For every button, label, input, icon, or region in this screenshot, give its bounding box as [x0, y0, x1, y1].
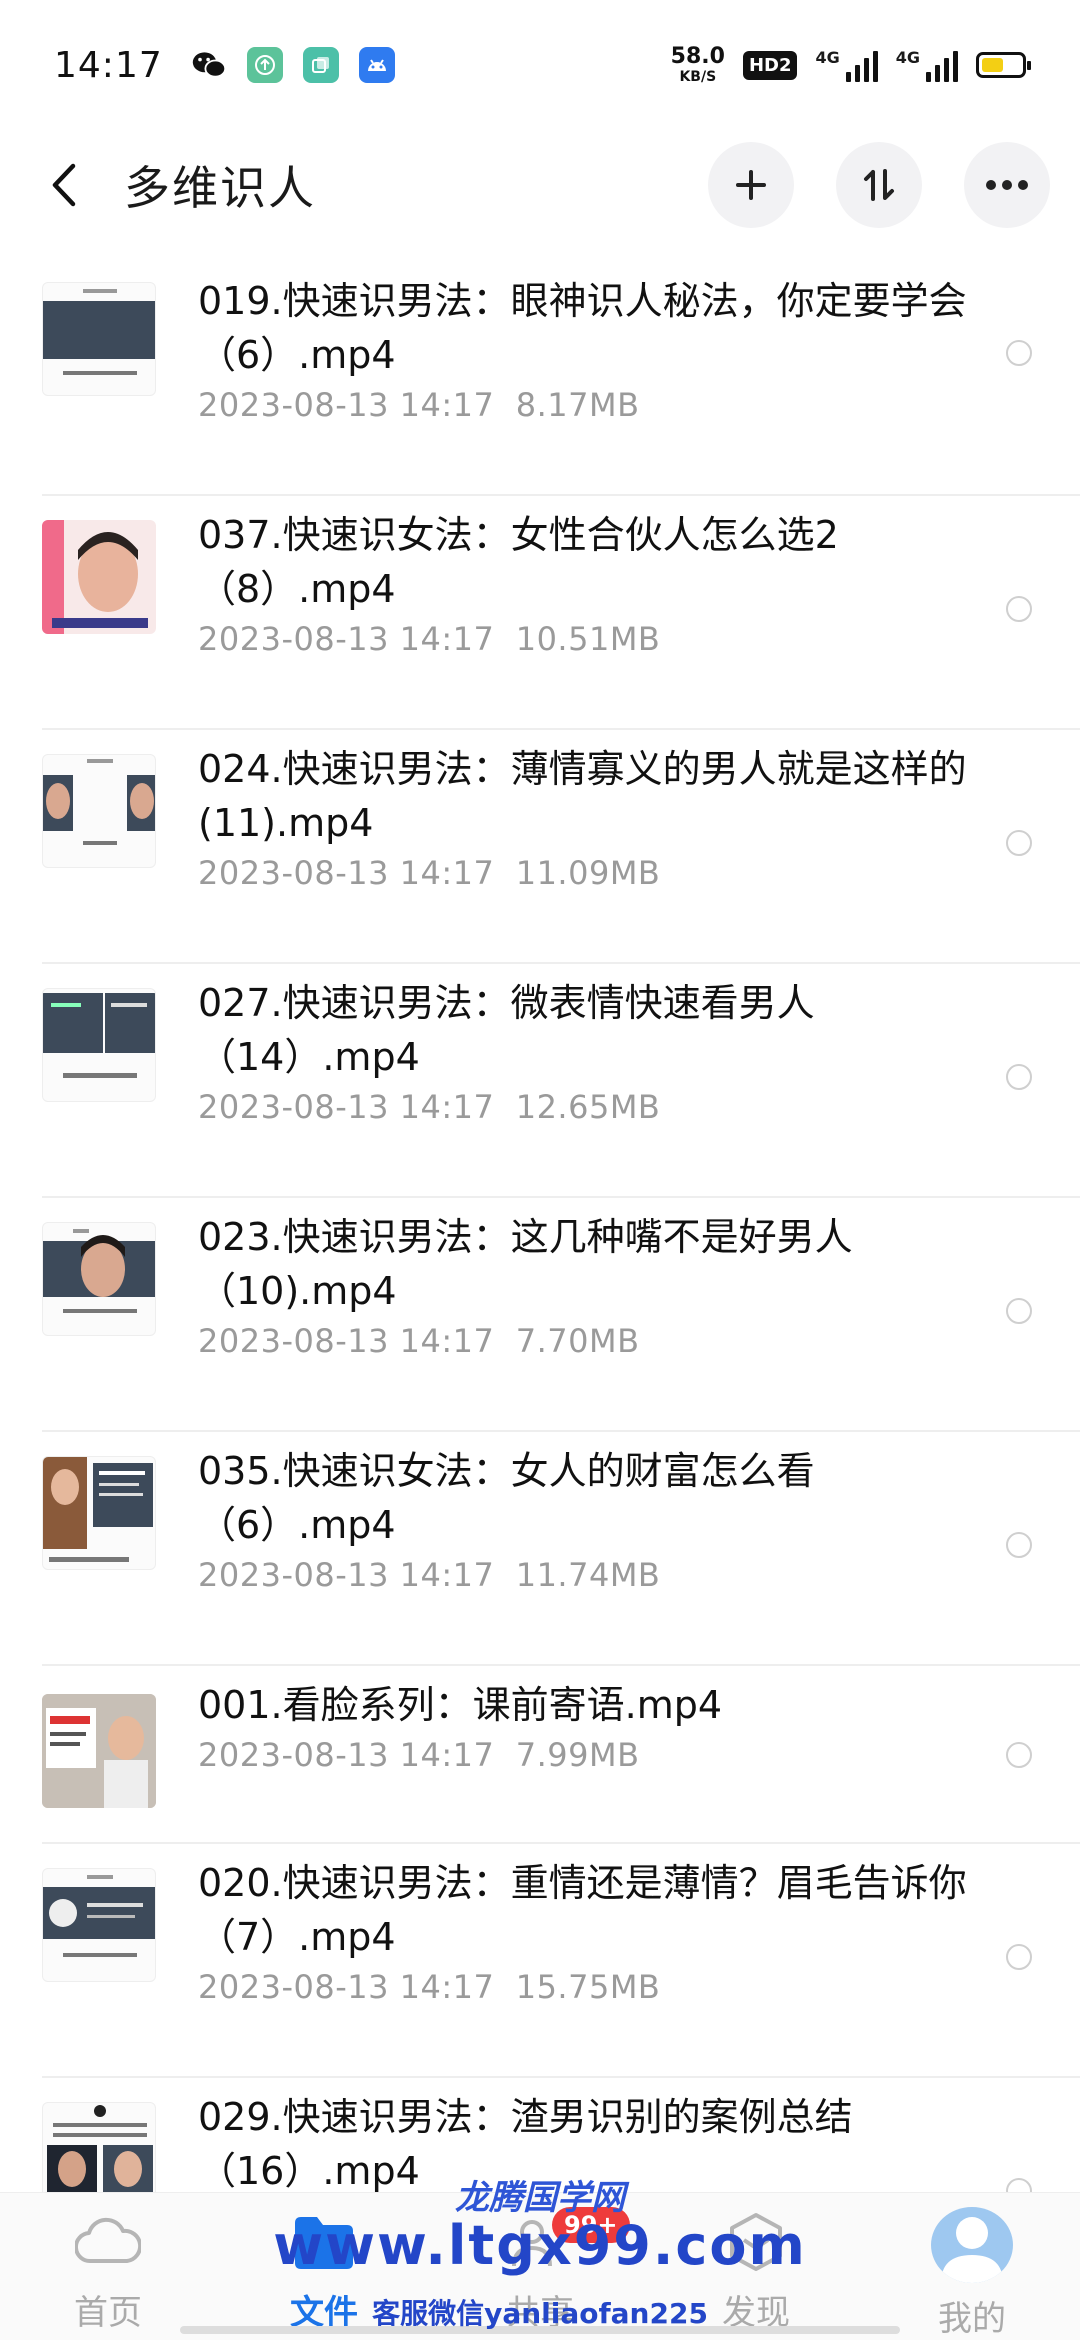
file-size: 10.51MB: [515, 620, 661, 658]
file-date: 2023-08-13 14:17: [198, 620, 495, 658]
file-meta: 2023-08-13 14:17 12.65MB: [198, 1088, 660, 1126]
select-radio[interactable]: [1006, 1532, 1032, 1558]
file-meta: 2023-08-13 14:17 10.51MB: [198, 620, 660, 658]
file-size: 12.65MB: [515, 1088, 661, 1126]
video-thumbnail: [42, 1868, 156, 1982]
file-name: 035.快速识女法：女人的财富怎么看（6）.mp4: [198, 1449, 815, 1547]
file-name: 020.快速识男法：重情还是薄情？眉毛告诉你（7）.mp4: [198, 1861, 967, 1959]
video-thumbnail: [42, 754, 156, 868]
page-title: 多维识人: [124, 161, 316, 215]
notification-badge: 99+: [552, 2207, 630, 2243]
file-date: 2023-08-13 14:17: [198, 386, 495, 424]
file-size: 15.75MB: [515, 1968, 661, 2006]
file-name: 001.看脸系列：课前寄语.mp4: [198, 1683, 723, 1727]
more-icon: [986, 180, 1028, 190]
file-date: 2023-08-13 14:17: [198, 1736, 495, 1774]
file-date: 2023-08-13 14:17: [198, 854, 495, 892]
nav-home[interactable]: 首页: [0, 2193, 216, 2340]
hd-badge: HD2: [742, 50, 798, 80]
file-item[interactable]: 027.快速识男法：微表情快速看男人（14）.mp4 2023-08-13 14…: [0, 964, 1080, 1198]
video-thumbnail: [42, 520, 156, 634]
select-radio[interactable]: [1006, 830, 1032, 856]
home-indicator[interactable]: [180, 2326, 900, 2334]
battery-icon: [976, 52, 1031, 78]
file-size: 11.09MB: [515, 854, 661, 892]
select-radio[interactable]: [1006, 1064, 1032, 1090]
header-bar: 多维识人: [0, 130, 1080, 240]
network-type-1: 4G: [815, 48, 840, 67]
file-item[interactable]: 020.快速识男法：重情还是薄情？眉毛告诉你（7）.mp4 2023-08-13…: [0, 1844, 1080, 2078]
cloud-icon: [73, 2207, 143, 2277]
more-button[interactable]: [964, 142, 1050, 228]
file-meta: 2023-08-13 14:17 11.74MB: [198, 1556, 660, 1594]
status-bar: 14:17 58.0 KB/S HD2 4G 4G: [0, 0, 1080, 130]
signal-icon-2: 4G: [896, 48, 958, 82]
sort-icon: [864, 169, 894, 201]
folder-icon: [289, 2207, 359, 2277]
signal-icon: 4G: [815, 48, 878, 82]
video-thumbnail: [42, 988, 156, 1102]
file-name: 024.快速识男法：薄情寡义的男人就是这样的 (11).mp4: [198, 747, 967, 845]
file-item[interactable]: 035.快速识女法：女人的财富怎么看（6）.mp4 2023-08-13 14:…: [0, 1432, 1080, 1666]
upload-app-icon: [246, 47, 283, 83]
file-list: 019.快速识男法：眼神识人秘法，你定要学会（6）.mp4 2023-08-13…: [0, 262, 1080, 2312]
avatar: [931, 2207, 1013, 2283]
file-item[interactable]: 024.快速识男法：薄情寡义的男人就是这样的 (11).mp4 2023-08-…: [0, 730, 1080, 964]
file-meta: 2023-08-13 14:17 8.17MB: [198, 386, 640, 424]
video-thumbnail: [42, 282, 156, 396]
file-meta: 2023-08-13 14:17 15.75MB: [198, 1968, 660, 2006]
video-thumbnail: [42, 1694, 156, 1808]
video-thumbnail: [42, 1456, 156, 1570]
file-item[interactable]: 001.看脸系列：课前寄语.mp4 2023-08-13 14:17 7.99M…: [0, 1666, 1080, 1844]
sort-button[interactable]: [836, 142, 922, 228]
file-meta: 2023-08-13 14:17 11.09MB: [198, 854, 660, 892]
file-meta: 2023-08-13 14:17 7.70MB: [198, 1322, 640, 1360]
file-size: 11.74MB: [515, 1556, 661, 1594]
file-name: 027.快速识男法：微表情快速看男人（14）.mp4: [198, 981, 815, 1079]
wechat-icon: [191, 47, 227, 83]
file-date: 2023-08-13 14:17: [198, 1088, 495, 1126]
discover-icon: [721, 2207, 791, 2277]
video-thumbnail: [42, 1222, 156, 1336]
file-name: 019.快速识男法：眼神识人秘法，你定要学会（6）.mp4: [198, 279, 967, 377]
add-button[interactable]: [708, 142, 794, 228]
select-radio[interactable]: [1006, 596, 1032, 622]
network-speed-value: 58.0: [670, 44, 725, 69]
plus-icon: [736, 170, 766, 200]
select-radio[interactable]: [1006, 1742, 1032, 1768]
file-size: 7.70MB: [515, 1322, 640, 1360]
file-size: 7.99MB: [515, 1736, 640, 1774]
status-time: 14:17: [54, 44, 163, 86]
file-date: 2023-08-13 14:17: [198, 1322, 495, 1360]
window-app-icon: [302, 47, 339, 83]
bottom-nav: 首页 文件 共享 99+ 发现 我的: [0, 2192, 1080, 2340]
network-speed-unit: KB/S: [679, 69, 717, 85]
status-indicators: 58.0 KB/S HD2 4G 4G: [670, 44, 1031, 85]
status-app-icons: [191, 47, 395, 83]
nav-files[interactable]: 文件: [216, 2193, 432, 2340]
header-actions: [708, 142, 1050, 228]
file-item[interactable]: 019.快速识男法：眼神识人秘法，你定要学会（6）.mp4 2023-08-13…: [0, 262, 1080, 496]
network-type-2: 4G: [895, 48, 920, 67]
select-radio[interactable]: [1006, 340, 1032, 366]
select-radio[interactable]: [1006, 1298, 1032, 1324]
file-name: 023.快速识男法：这几种嘴不是好男人（10).mp4: [198, 1215, 853, 1313]
network-speed: 58.0 KB/S: [670, 44, 725, 85]
nav-home-label: 首页: [74, 2293, 142, 2333]
file-date: 2023-08-13 14:17: [198, 1968, 495, 2006]
nav-mine[interactable]: 我的: [864, 2193, 1080, 2340]
select-radio[interactable]: [1006, 1944, 1032, 1970]
back-icon[interactable]: [44, 163, 84, 207]
file-size: 8.17MB: [515, 386, 640, 424]
android-app-icon: [358, 47, 395, 83]
file-item[interactable]: 037.快速识女法：女性合伙人怎么选2（8）.mp4 2023-08-13 14…: [0, 496, 1080, 730]
nav-mine-label: 我的: [938, 2299, 1006, 2339]
file-item[interactable]: 023.快速识男法：这几种嘴不是好男人（10).mp4 2023-08-13 1…: [0, 1198, 1080, 1432]
file-name: 037.快速识女法：女性合伙人怎么选2（8）.mp4: [198, 513, 839, 611]
file-date: 2023-08-13 14:17: [198, 1556, 495, 1594]
file-name: 029.快速识男法：渣男识别的案例总结（16）.mp4: [198, 2095, 853, 2193]
file-meta: 2023-08-13 14:17 7.99MB: [198, 1736, 640, 1774]
nav-discover[interactable]: 发现: [648, 2193, 864, 2340]
nav-share[interactable]: 共享 99+: [432, 2193, 648, 2340]
